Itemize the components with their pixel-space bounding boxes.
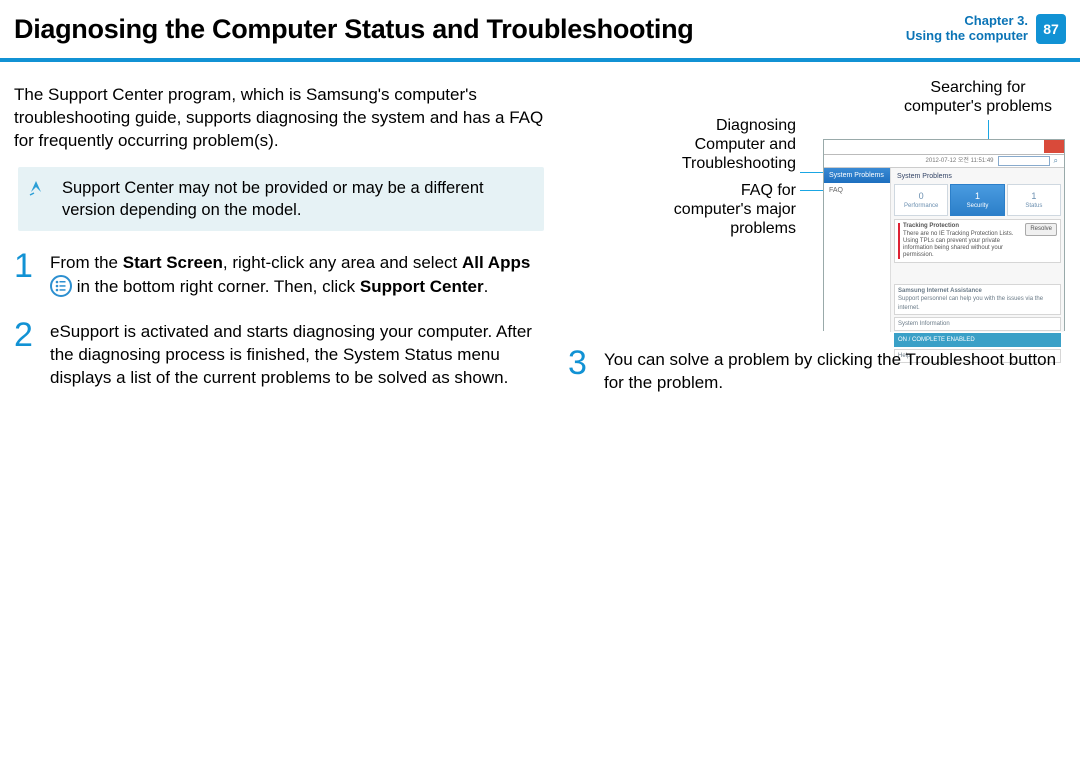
support-center-screenshot: 2012-07-12 오전 11:51:49 ⌕ System Problems…	[823, 139, 1065, 331]
step-1-text: From the Start Screen, right-click any a…	[50, 252, 544, 304]
breadcrumb: System Problems	[894, 171, 1061, 182]
page-title: Diagnosing the Computer Status and Troub…	[14, 14, 906, 45]
content-area: System Problems 0 Performance 1 Security	[891, 168, 1064, 332]
close-icon	[1044, 140, 1064, 153]
page-number: 87	[1036, 14, 1066, 44]
annotation-diag: Diagnosing Computer and Troubleshooting	[672, 116, 796, 174]
issue-row: Tracking Protection There are no IE Trac…	[894, 219, 1061, 263]
issue-text: Tracking Protection There are no IE Trac…	[903, 223, 1022, 259]
chapter-number: Chapter 3.	[906, 14, 1028, 29]
issue-body: There are no IE Tracking Protection List…	[903, 231, 1013, 259]
step-3-text: You can solve a problem by clicking the …	[604, 349, 1066, 395]
right-column: Searching for computer's problems Diagno…	[568, 84, 1066, 404]
step-3: 3 You can solve a problem by clicking th…	[568, 346, 1066, 395]
tile-status-label: Status	[1025, 202, 1042, 210]
step-number-2: 2	[14, 318, 38, 390]
window-main: System Problems FAQ System Problems 0 Pe…	[824, 168, 1064, 332]
sidebar-item-faq: FAQ	[824, 183, 890, 198]
box-complete: ON / COMPLETE ENABLED	[894, 333, 1061, 347]
timestamp: 2012-07-12 오전 11:51:49	[926, 157, 994, 165]
sidebar: System Problems FAQ	[824, 168, 891, 332]
tile-security-label: Security	[967, 202, 989, 210]
sidebar-item-system-problems: System Problems	[824, 168, 890, 183]
step-2-text: eSupport is activated and starts diagnos…	[50, 321, 544, 390]
intro-text: The Support Center program, which is Sam…	[14, 84, 544, 153]
tile-status-count: 1	[1031, 190, 1036, 202]
search-icon: ⌕	[1054, 156, 1058, 167]
manual-page: Diagnosing the Computer Status and Troub…	[0, 0, 1080, 766]
annotation-faq: FAQ for computer's major problems	[672, 181, 796, 239]
chapter-title: Using the computer	[906, 29, 1028, 44]
annotation-search: Searching for computer's problems	[898, 78, 1058, 116]
all-apps-icon	[50, 275, 72, 304]
box-internet-assist: Samsung Internet Assistance Support pers…	[894, 284, 1061, 314]
step-1: 1 From the Start Screen, right-click any…	[14, 249, 544, 304]
step-number-1: 1	[14, 249, 38, 304]
box-system-info: System Information	[894, 317, 1061, 331]
kw-support-center: Support Center	[360, 277, 484, 296]
page-body: The Support Center program, which is Sam…	[0, 62, 1080, 404]
kw-start-screen: Start Screen	[123, 253, 223, 272]
page-header: Diagnosing the Computer Status and Troub…	[0, 0, 1080, 62]
tile-performance-label: Performance	[904, 202, 938, 210]
issue-title: Tracking Protection	[903, 223, 959, 229]
left-column: The Support Center program, which is Sam…	[14, 84, 544, 404]
note-text: Support Center may not be provided or ma…	[62, 179, 484, 219]
window-titlebar	[824, 140, 1064, 155]
tile-status: 1 Status	[1007, 184, 1061, 216]
window-toolbar: 2012-07-12 오전 11:51:49 ⌕	[824, 155, 1064, 168]
note-pin-icon	[28, 177, 48, 203]
chapter-info: Chapter 3. Using the computer	[906, 14, 1028, 44]
status-tiles: 0 Performance 1 Security 1 Status	[894, 184, 1061, 216]
search-input	[998, 156, 1050, 166]
tile-performance-count: 0	[919, 190, 924, 202]
issue-severity-icon	[898, 223, 900, 259]
kw-all-apps: All Apps	[462, 253, 530, 272]
tile-performance: 0 Performance	[894, 184, 948, 216]
step-2: 2 eSupport is activated and starts diagn…	[14, 318, 544, 390]
tile-security: 1 Security	[950, 184, 1004, 216]
step-number-3: 3	[568, 346, 592, 395]
tile-security-count: 1	[975, 190, 980, 202]
note-box: Support Center may not be provided or ma…	[18, 167, 544, 232]
resolve-button: Resolve	[1025, 223, 1057, 235]
